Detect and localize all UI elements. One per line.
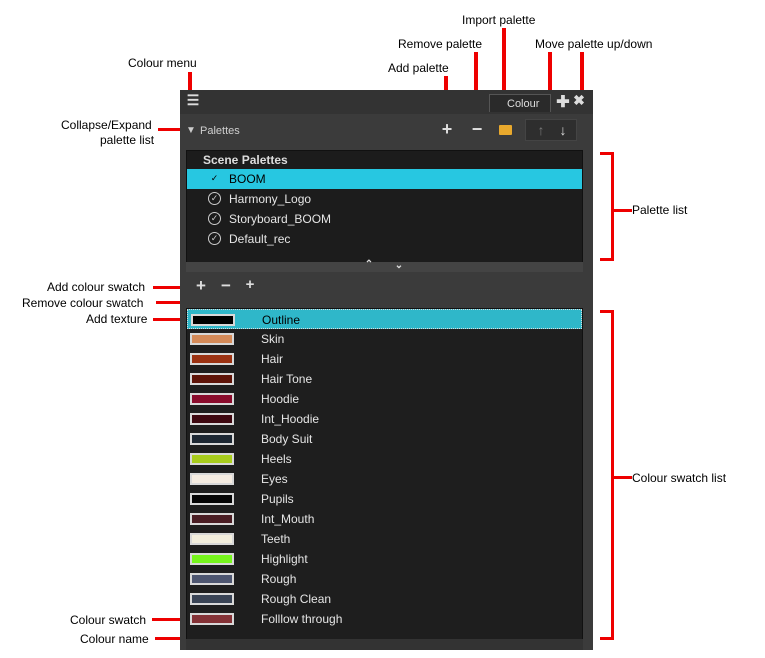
- move-palette-up-icon[interactable]: ↑: [534, 122, 548, 138]
- palette-item[interactable]: ✓ Harmony_Logo: [187, 189, 582, 209]
- tab-bar: ☰ Colour ✚ ✖: [180, 90, 593, 114]
- colour-name: Teeth: [261, 532, 291, 546]
- colour-swatch-list: Outline Skin Hair Hair Tone Hoodie Int_H…: [186, 308, 583, 640]
- chevron-up-icon[interactable]: ⌃: [362, 259, 376, 270]
- palette-name: Default_rec: [229, 232, 291, 246]
- label-colour-name: Colour name: [80, 632, 149, 646]
- swatch-row[interactable]: Outline: [187, 309, 582, 329]
- palette-name: BOOM: [229, 172, 266, 186]
- collapse-triangle-icon[interactable]: ▼: [186, 125, 196, 136]
- colour-swatch[interactable]: [190, 573, 234, 585]
- swatch-row[interactable]: Teeth: [187, 529, 582, 549]
- move-palette-group: ↑ ↓: [525, 119, 577, 141]
- palette-name: Storyboard_BOOM: [229, 212, 332, 226]
- colour-swatch[interactable]: [190, 373, 234, 385]
- label-add-palette: Add palette: [388, 61, 449, 75]
- palettes-toggle[interactable]: Palettes: [200, 125, 240, 137]
- label-add-texture: Add texture: [86, 312, 148, 326]
- swatch-row[interactable]: Hair Tone: [187, 369, 582, 389]
- palette-name: Harmony_Logo: [229, 192, 312, 206]
- swatch-row[interactable]: Skin: [187, 329, 582, 349]
- label-import-palette: Import palette: [462, 13, 536, 27]
- colour-name: Hair Tone: [261, 372, 313, 386]
- colour-menu-icon[interactable]: ☰: [186, 92, 200, 109]
- swatch-row[interactable]: Rough: [187, 569, 582, 589]
- remove-colour-swatch-button[interactable]: −: [218, 276, 234, 296]
- label-collapse-expand-2: palette list: [100, 133, 155, 147]
- palette-check-icon[interactable]: ✓: [208, 192, 221, 205]
- colour-panel: ☰ Colour ✚ ✖ ▼ Palettes + − ↑ ↓ Scene Pa…: [180, 90, 593, 650]
- colour-swatch[interactable]: [190, 533, 234, 545]
- chevron-down-icon[interactable]: ⌄: [392, 260, 406, 271]
- add-texture-button[interactable]: +: [242, 276, 258, 293]
- move-palette-down-icon[interactable]: ↓: [556, 122, 570, 138]
- add-colour-swatch-button[interactable]: +: [193, 276, 209, 296]
- colour-swatch[interactable]: [190, 473, 234, 485]
- palette-check-icon[interactable]: ✓: [208, 232, 221, 245]
- colour-swatch[interactable]: [190, 553, 234, 565]
- close-icon[interactable]: ✖: [572, 92, 586, 109]
- colour-swatch[interactable]: [190, 353, 234, 365]
- colour-swatch[interactable]: [190, 413, 234, 425]
- swatch-row[interactable]: Hair: [187, 349, 582, 369]
- colour-name: Hair: [261, 352, 284, 366]
- swatch-row[interactable]: Int_Hoodie: [187, 409, 582, 429]
- swatch-row[interactable]: Eyes: [187, 469, 582, 489]
- colour-name: Heels: [261, 452, 292, 466]
- colour-name: Rough Clean: [261, 592, 332, 606]
- splitter[interactable]: ⌃ ⌄: [186, 259, 583, 272]
- label-colour-swatch-list: Colour swatch list: [632, 471, 727, 485]
- palette-list-header: Scene Palettes: [203, 153, 288, 167]
- label-collapse-expand-1: Collapse/Expand: [61, 118, 152, 132]
- colour-swatch[interactable]: [190, 433, 234, 445]
- swatch-row[interactable]: Rough Clean: [187, 589, 582, 609]
- colour-name: Highlight: [261, 552, 308, 566]
- label-remove-colour-swatch: Remove colour swatch: [22, 296, 144, 310]
- swatch-row[interactable]: Folllow through: [187, 609, 582, 629]
- palette-item[interactable]: ✓ Storyboard_BOOM: [187, 209, 582, 229]
- palette-list: Scene Palettes ✓ BOOM ✓ Harmony_Logo ✓ S…: [186, 150, 583, 270]
- label-add-colour-swatch: Add colour swatch: [47, 280, 146, 294]
- colour-name: Body Suit: [261, 432, 313, 446]
- palette-check-icon[interactable]: ✓: [208, 172, 221, 185]
- colour-swatch[interactable]: [190, 613, 234, 625]
- colour-swatch[interactable]: [190, 453, 234, 465]
- palette-item[interactable]: ✓ Default_rec: [187, 229, 582, 249]
- colour-swatch[interactable]: [190, 593, 234, 605]
- remove-palette-button[interactable]: −: [469, 119, 485, 140]
- swatch-row[interactable]: Heels: [187, 449, 582, 469]
- colour-swatch[interactable]: [190, 513, 234, 525]
- colour-swatch[interactable]: [190, 333, 234, 345]
- add-palette-button[interactable]: +: [439, 119, 455, 140]
- colour-name: Int_Mouth: [261, 512, 315, 526]
- colour-name: Rough: [261, 572, 297, 586]
- colour-name: Pupils: [261, 492, 294, 506]
- colour-swatch[interactable]: [190, 393, 234, 405]
- panel-bottom-bar: [186, 639, 583, 650]
- label-colour-swatch: Colour swatch: [70, 613, 147, 627]
- swatch-row[interactable]: Hoodie: [187, 389, 582, 409]
- swatch-row[interactable]: Body Suit: [187, 429, 582, 449]
- colour-name: Int_Hoodie: [261, 412, 320, 426]
- label-colour-menu: Colour menu: [128, 56, 197, 70]
- colour-name: Skin: [261, 332, 285, 346]
- tab-colour[interactable]: Colour: [489, 94, 551, 112]
- swatch-row[interactable]: Pupils: [187, 489, 582, 509]
- label-remove-palette: Remove palette: [398, 37, 483, 51]
- label-palette-list: Palette list: [632, 203, 688, 217]
- label-move-palette: Move palette up/down: [535, 37, 653, 51]
- swatch-row[interactable]: Highlight: [187, 549, 582, 569]
- colour-swatch[interactable]: [190, 493, 234, 505]
- swatch-row[interactable]: Int_Mouth: [187, 509, 582, 529]
- colour-swatch[interactable]: [191, 314, 235, 326]
- palette-check-icon[interactable]: ✓: [208, 212, 221, 225]
- palette-item[interactable]: ✓ BOOM: [187, 169, 582, 189]
- colour-name: Folllow through: [261, 612, 343, 626]
- colour-name: Eyes: [261, 472, 288, 486]
- add-view-icon[interactable]: ✚: [556, 92, 570, 112]
- colour-name: Outline: [262, 313, 301, 327]
- colour-name: Hoodie: [261, 392, 300, 406]
- import-palette-folder-icon[interactable]: [499, 125, 512, 135]
